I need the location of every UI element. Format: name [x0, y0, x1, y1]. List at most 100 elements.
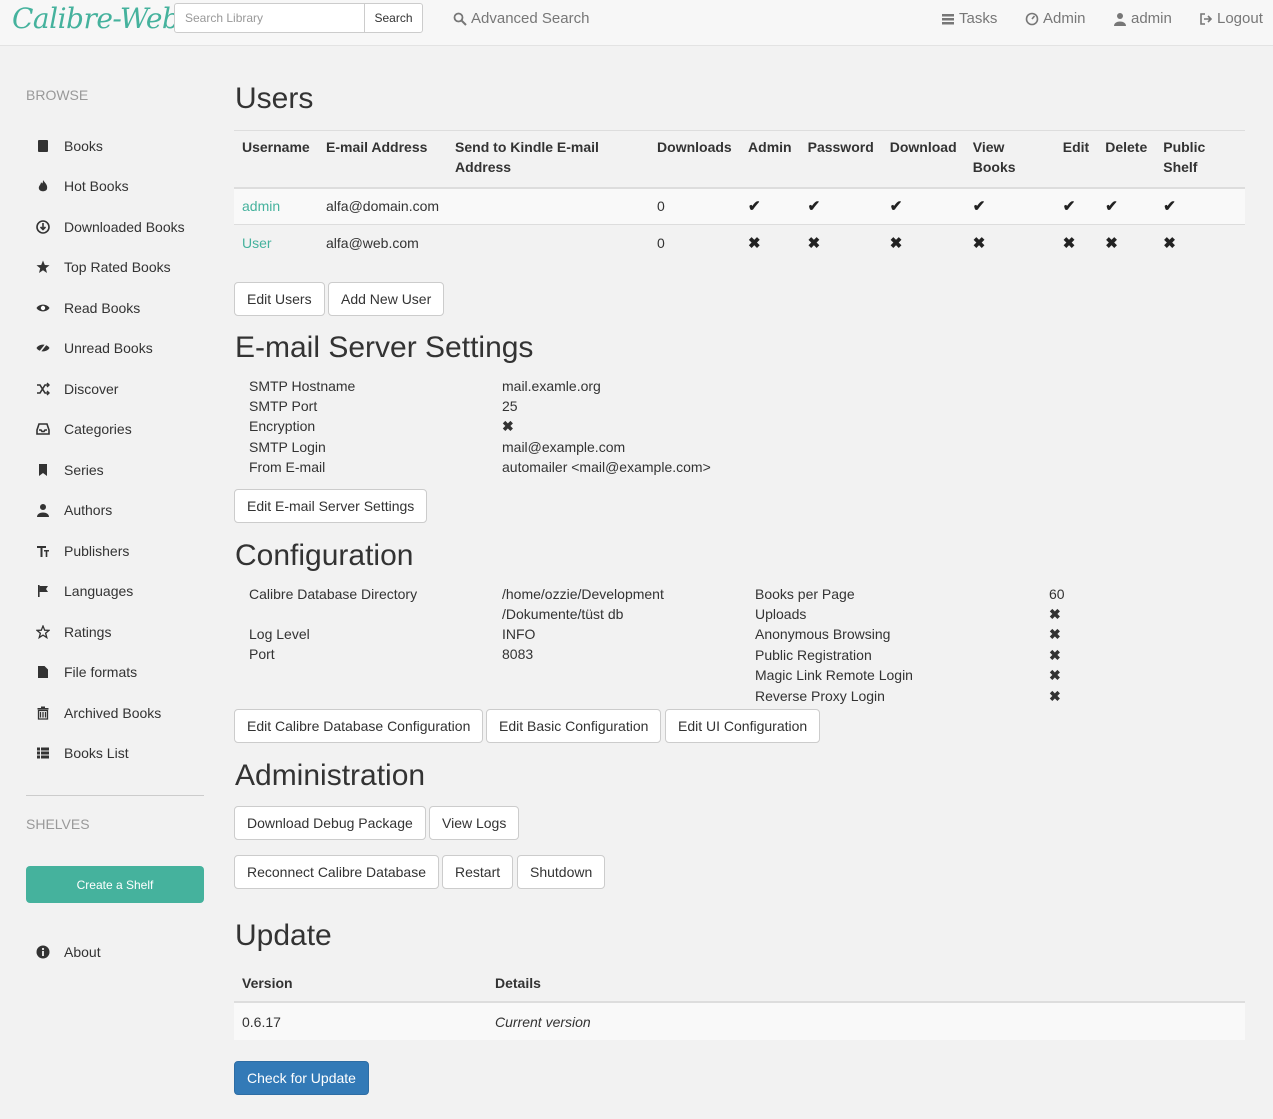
sidebar-item-label: About — [64, 944, 101, 960]
sidebar-item-read-books[interactable]: Read Books — [36, 298, 140, 318]
restart-button[interactable]: Restart — [442, 855, 514, 889]
col-download[interactable]: Download — [881, 130, 965, 189]
table-row: User alfa@web.com 0 ✖ ✖ ✖ ✖ ✖ ✖ ✖ — [234, 224, 1245, 262]
sidebar-item-label: Downloaded Books — [64, 219, 185, 235]
sidebar-item-hot-books[interactable]: Hot Books — [36, 176, 129, 196]
advanced-search-label: Advanced Search — [471, 10, 590, 27]
sidebar-item-discover[interactable]: Discover — [36, 379, 118, 399]
sidebar-item-label: Unread Books — [64, 340, 153, 356]
administration-title: Administration — [235, 759, 426, 792]
user-profile-link[interactable]: admin — [1113, 10, 1172, 27]
dashboard-icon — [1025, 12, 1039, 25]
edit-email-settings-button[interactable]: Edit E-mail Server Settings — [234, 489, 428, 523]
sidebar-item-archived-books[interactable]: Archived Books — [36, 703, 161, 723]
col-password[interactable]: Password — [799, 130, 882, 189]
sidebar-item-publishers[interactable]: Publishers — [36, 541, 129, 561]
sidebar-item-series[interactable]: Series — [36, 460, 104, 480]
col-edit[interactable]: Edit — [1054, 130, 1098, 189]
edit-basic-config-button[interactable]: Edit Basic Configuration — [486, 709, 662, 743]
advanced-search-link[interactable]: Advanced Search — [453, 10, 589, 27]
col-public-shelf[interactable]: Public Shelf — [1155, 130, 1245, 189]
shutdown-button[interactable]: Shutdown — [517, 855, 606, 889]
view-logs-button[interactable]: View Logs — [429, 806, 520, 840]
col-view-books[interactable]: View Books — [964, 130, 1055, 189]
file-icon — [36, 665, 50, 679]
sidebar-item-categories[interactable]: Categories — [36, 419, 132, 439]
create-shelf-button[interactable]: Create a Shelf — [26, 866, 204, 903]
inbox-icon — [36, 422, 50, 436]
sidebar-item-languages[interactable]: Languages — [36, 581, 133, 601]
search-button[interactable]: Search — [364, 3, 423, 33]
sidebar-item-ratings[interactable]: Ratings — [36, 622, 111, 642]
sidebar-item-books[interactable]: Books — [36, 136, 103, 156]
sidebar-item-authors[interactable]: Authors — [36, 500, 112, 520]
reconnect-db-button[interactable]: Reconnect Calibre Database — [234, 855, 439, 889]
sidebar-item-downloaded-books[interactable]: Downloaded Books — [36, 217, 185, 237]
add-new-user-button[interactable]: Add New User — [328, 282, 445, 316]
sidebar-item-file-formats[interactable]: File formats — [36, 662, 137, 682]
update-table-header: Version Details — [234, 964, 1245, 1003]
random-icon — [36, 382, 50, 396]
sidebar-divider — [26, 795, 204, 796]
log-level-value: INFO — [502, 626, 536, 642]
edit-users-button[interactable]: Edit Users — [234, 282, 325, 316]
smtp-login-label: SMTP Login — [249, 439, 326, 455]
logout-link[interactable]: Logout — [1199, 10, 1263, 27]
col-email[interactable]: E-mail Address — [318, 130, 448, 189]
from-email-value: automailer <mail@example.com> — [502, 459, 711, 475]
magic-link-label: Magic Link Remote Login — [755, 667, 913, 683]
user-email: alfa@web.com — [318, 224, 448, 262]
sidebar-item-books-list[interactable]: Books List — [36, 743, 129, 763]
user-icon — [36, 503, 50, 517]
admin-link[interactable]: Admin — [1025, 10, 1086, 27]
sidebar-item-label: Publishers — [64, 543, 130, 559]
navbar: Calibre-Web Search Advanced Search Tasks… — [0, 0, 1273, 46]
star-empty-icon — [36, 625, 50, 639]
col-kindle-email[interactable]: Send to Kindle E-mail Address — [447, 130, 650, 189]
cross-icon: ✖ — [799, 224, 882, 262]
star-icon — [36, 260, 50, 274]
sidebar-item-about[interactable]: About — [36, 942, 101, 962]
log-level-label: Log Level — [249, 626, 310, 642]
user-profile-label: admin — [1131, 10, 1172, 27]
sidebar-item-label: Read Books — [64, 300, 141, 316]
user-icon — [1114, 12, 1126, 26]
version-value: 0.6.17 — [234, 1001, 487, 1040]
eye-close-icon — [36, 341, 50, 355]
search-input[interactable] — [174, 3, 365, 33]
flag-icon — [36, 584, 50, 598]
users-title: Users — [235, 82, 314, 115]
tasks-link[interactable]: Tasks — [941, 10, 997, 27]
edit-ui-config-button[interactable]: Edit UI Configuration — [665, 709, 821, 743]
app-logo[interactable]: Calibre-Web — [12, 2, 180, 35]
sidebar-item-top-rated-books[interactable]: Top Rated Books — [36, 257, 171, 277]
text-size-icon — [36, 544, 50, 558]
col-admin[interactable]: Admin — [740, 130, 800, 189]
anonymous-browsing-label: Anonymous Browsing — [755, 626, 891, 642]
username-link[interactable]: admin — [242, 198, 280, 214]
check-icon: ✔ — [964, 187, 1055, 225]
sidebar-item-unread-books[interactable]: Unread Books — [36, 338, 153, 358]
smtp-port-value: 25 — [502, 398, 518, 414]
cross-icon: ✖ — [881, 224, 965, 262]
sidebar-item-label: Discover — [64, 381, 119, 397]
col-delete[interactable]: Delete — [1097, 130, 1156, 189]
download-icon — [36, 220, 50, 234]
col-username[interactable]: Username — [234, 130, 318, 189]
user-downloads: 0 — [649, 224, 741, 262]
check-icon: ✔ — [799, 187, 882, 225]
cross-icon: ✖ — [1049, 606, 1061, 622]
sidebar-item-label: File formats — [64, 664, 138, 680]
download-debug-package-button[interactable]: Download Debug Package — [234, 806, 426, 840]
table-row: 0.6.17 Current version — [234, 1001, 1245, 1040]
smtp-login-value: mail@example.com — [502, 439, 626, 455]
db-directory-value: /home/ozzie/Development — [502, 586, 664, 602]
cross-icon: ✖ — [964, 224, 1055, 262]
edit-db-config-button[interactable]: Edit Calibre Database Configuration — [234, 709, 484, 743]
username-link[interactable]: User — [242, 235, 272, 251]
col-downloads[interactable]: Downloads — [649, 130, 741, 189]
fire-icon — [36, 179, 50, 193]
users-table-header: Username E-mail Address Send to Kindle E… — [234, 130, 1245, 189]
check-for-update-button[interactable]: Check for Update — [234, 1061, 369, 1095]
smtp-port-label: SMTP Port — [249, 398, 318, 414]
